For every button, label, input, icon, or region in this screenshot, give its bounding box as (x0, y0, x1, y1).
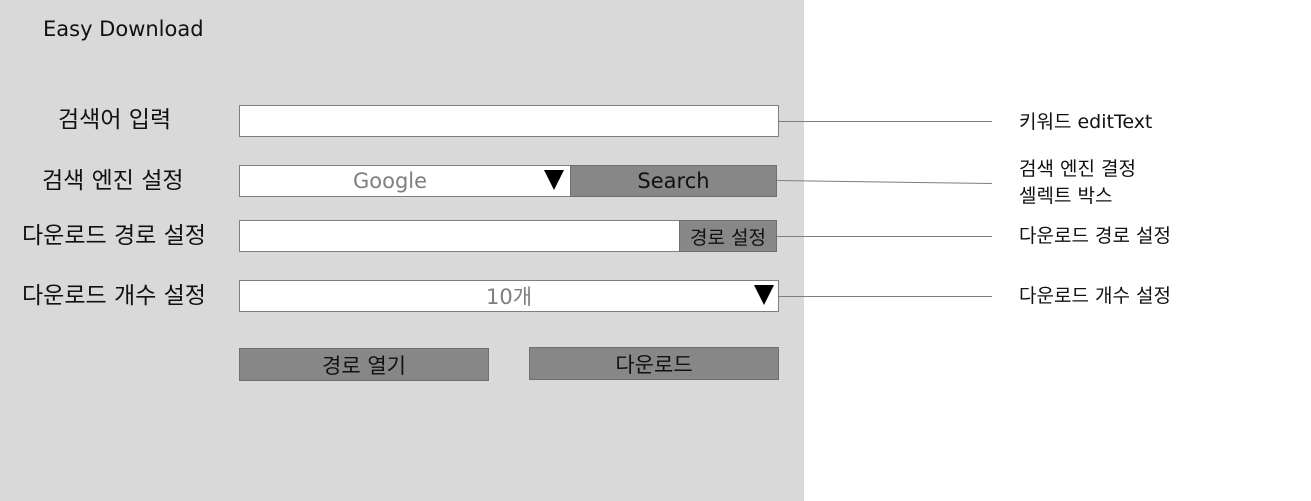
chevron-down-icon (544, 170, 564, 190)
annotation-keyword: 키워드 editText (1019, 111, 1153, 133)
annotation-line-path (777, 236, 992, 237)
engine-select[interactable]: Google (239, 165, 571, 197)
engine-label: 검색 엔진 설정 (42, 168, 184, 194)
set-path-button[interactable]: 경로 설정 (679, 220, 777, 252)
search-button[interactable]: Search (570, 165, 777, 197)
annotation-engine-line2: 셀렉트 박스 (1019, 185, 1113, 207)
count-label: 다운로드 개수 설정 (22, 283, 206, 309)
keyword-label: 검색어 입력 (58, 107, 172, 133)
annotation-line-engine (776, 180, 992, 185)
annotation-path: 다운로드 경로 설정 (1019, 225, 1171, 247)
annotation-line-keyword (779, 121, 992, 122)
count-selected-value: 10개 (485, 285, 533, 309)
wireframe-canvas: Easy Download 검색어 입력 검색 엔진 설정 Google Sea… (0, 0, 1311, 501)
engine-selected-value: Google (352, 169, 428, 193)
annotation-count: 다운로드 개수 설정 (1019, 285, 1171, 307)
download-button[interactable]: 다운로드 (529, 347, 779, 380)
chevron-down-icon (754, 285, 774, 305)
path-label: 다운로드 경로 설정 (22, 223, 206, 249)
annotation-line-count (779, 296, 992, 297)
annotation-engine-line1: 검색 엔진 결정 (1019, 158, 1136, 180)
app-title: Easy Download (43, 17, 204, 41)
path-input[interactable] (239, 220, 680, 252)
app-window: Easy Download 검색어 입력 검색 엔진 설정 Google Sea… (0, 0, 804, 501)
count-select[interactable]: 10개 (239, 280, 779, 312)
open-path-button[interactable]: 경로 열기 (239, 348, 489, 381)
keyword-input[interactable] (239, 105, 779, 137)
